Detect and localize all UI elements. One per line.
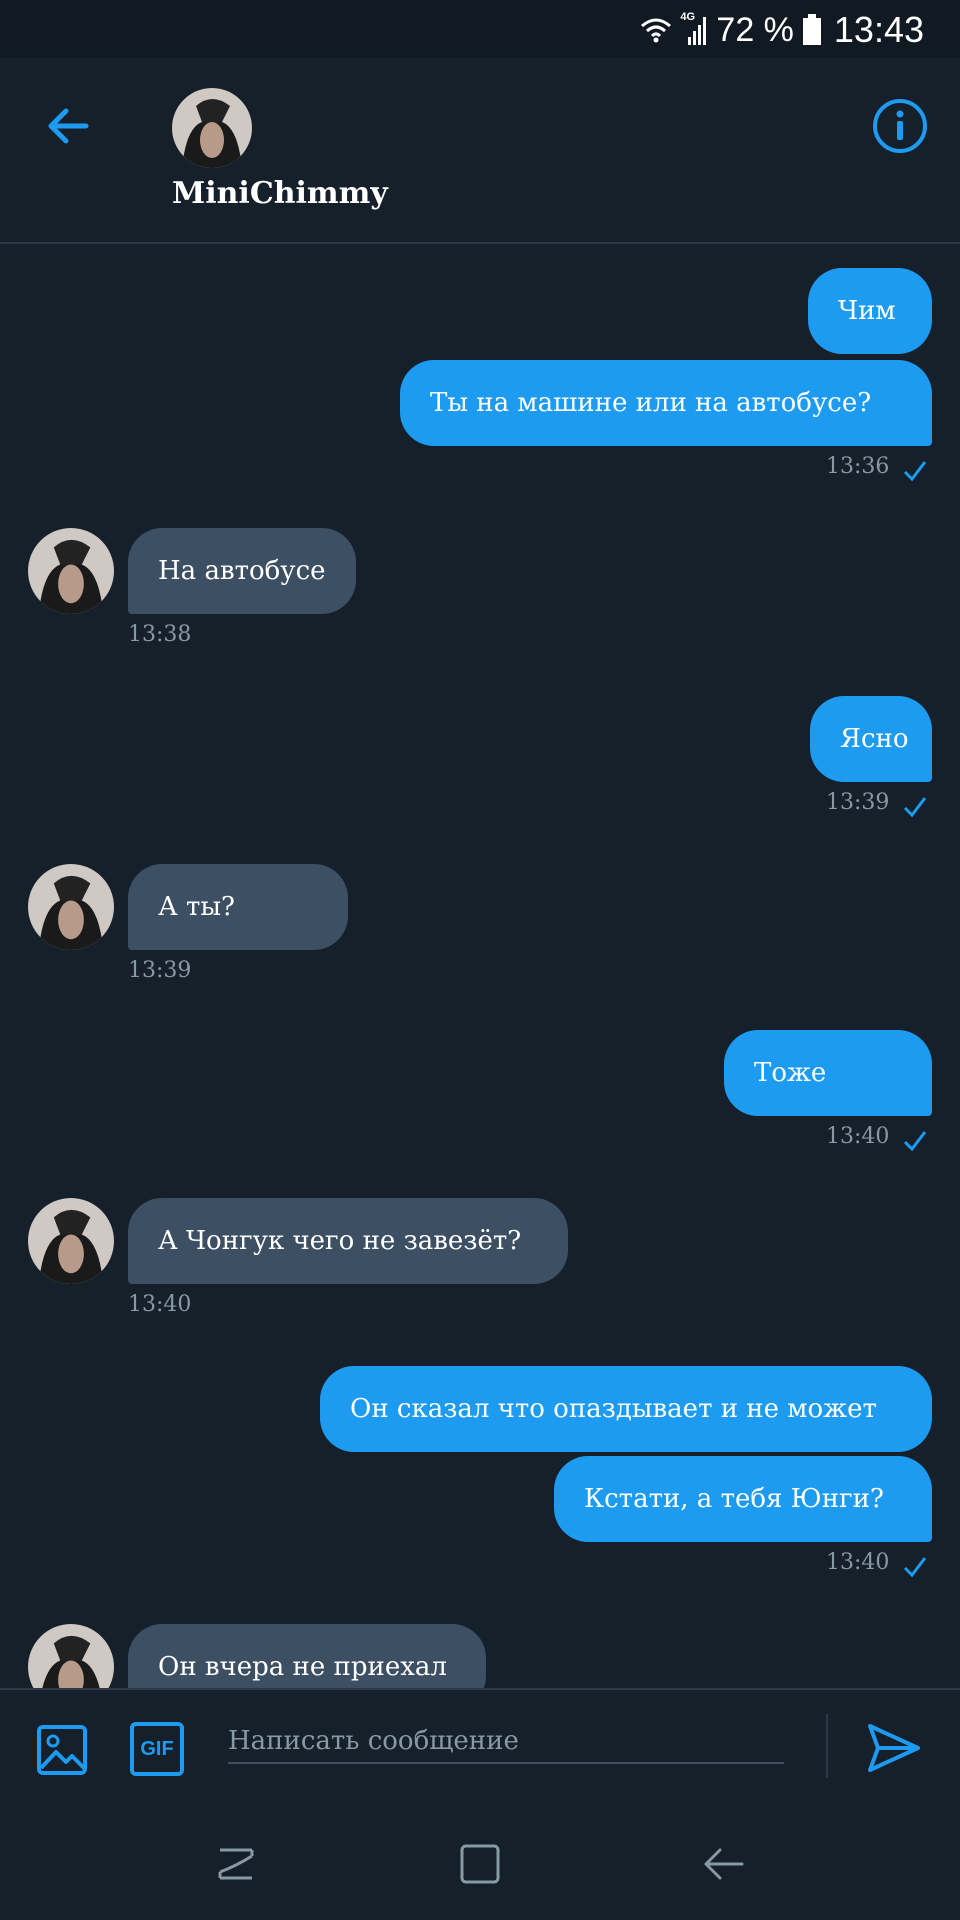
info-icon[interactable] [870,96,930,156]
incoming-message[interactable]: А Чонгук чего не завезёт? [128,1198,568,1284]
status-bar: 4G 72 % 13:43 [0,0,960,58]
outgoing-message[interactable]: Он сказал что опаздывает и не может [320,1366,932,1452]
sender-avatar[interactable] [28,864,114,950]
sender-avatar[interactable] [28,1198,114,1284]
gif-label: GIF [140,1737,174,1760]
sent-check-icon [903,461,927,482]
message-text: Он сказал что опаздывает и не может [350,1394,877,1424]
message-text: Тоже [754,1058,827,1088]
nav-back-icon[interactable] [700,1840,748,1888]
outgoing-message[interactable]: Чим [808,268,932,354]
message-timestamp: 13:40 [826,1124,890,1149]
recents-icon[interactable] [212,1840,260,1888]
incoming-message[interactable]: А ты? [128,864,348,950]
sender-avatar[interactable] [28,1624,114,1688]
message-timestamp: 13:40 [826,1550,890,1575]
message-composer: GIF [0,1688,960,1804]
status-icons: 4G 72 % 13:43 [640,8,924,52]
composer-divider [826,1714,828,1778]
sent-check-icon [903,797,927,818]
wifi-icon [641,18,672,43]
message-timestamp: 13:36 [826,454,890,479]
message-timestamp: 13:40 [128,1292,192,1317]
status-time: 13:43 [833,9,924,50]
sent-check-icon [903,1557,927,1578]
arrow-left-icon[interactable] [40,98,96,154]
home-icon[interactable] [456,1840,504,1888]
contact-name[interactable]: MiniChimmy [172,176,388,211]
system-nav-bar [0,1804,960,1920]
gif-button[interactable]: GIF [130,1722,184,1776]
message-text: А Чонгук чего не завезёт? [158,1226,522,1256]
cell-signal-icon: 4G [680,11,708,47]
message-timestamp: 13:38 [128,622,192,647]
outgoing-message[interactable]: Ясно [810,696,932,782]
outgoing-message[interactable]: Ты на машине или на автобусе? [400,360,932,446]
message-text: Ясно [840,724,909,754]
conversation-header: MiniChimmy [0,58,960,244]
sender-avatar[interactable] [28,528,114,614]
sent-check-icon [903,1131,927,1152]
message-thread[interactable]: Чим Ты на машине или на автобусе? 13:36 … [0,246,960,1688]
image-icon[interactable] [36,1724,88,1776]
message-text: Он вчера не приехал [158,1652,447,1682]
incoming-message[interactable]: На автобусе [128,528,356,614]
message-text: Чим [838,296,896,326]
message-input[interactable] [228,1708,784,1764]
battery-icon [802,14,821,45]
message-timestamp: 13:39 [826,790,890,815]
message-text: На автобусе [158,556,326,586]
incoming-message[interactable]: Он вчера не приехал [128,1624,486,1688]
message-timestamp: 13:39 [128,958,192,983]
send-icon[interactable] [866,1720,922,1776]
outgoing-message[interactable]: Кстати, а тебя Юнги? [554,1456,932,1542]
message-text: А ты? [158,892,235,922]
outgoing-message[interactable]: Тоже [724,1030,932,1116]
message-text: Ты на машине или на автобусе? [430,388,872,418]
battery-percent: 72 % [716,10,794,49]
message-text: Кстати, а тебя Юнги? [584,1484,884,1514]
contact-avatar[interactable] [172,88,252,168]
